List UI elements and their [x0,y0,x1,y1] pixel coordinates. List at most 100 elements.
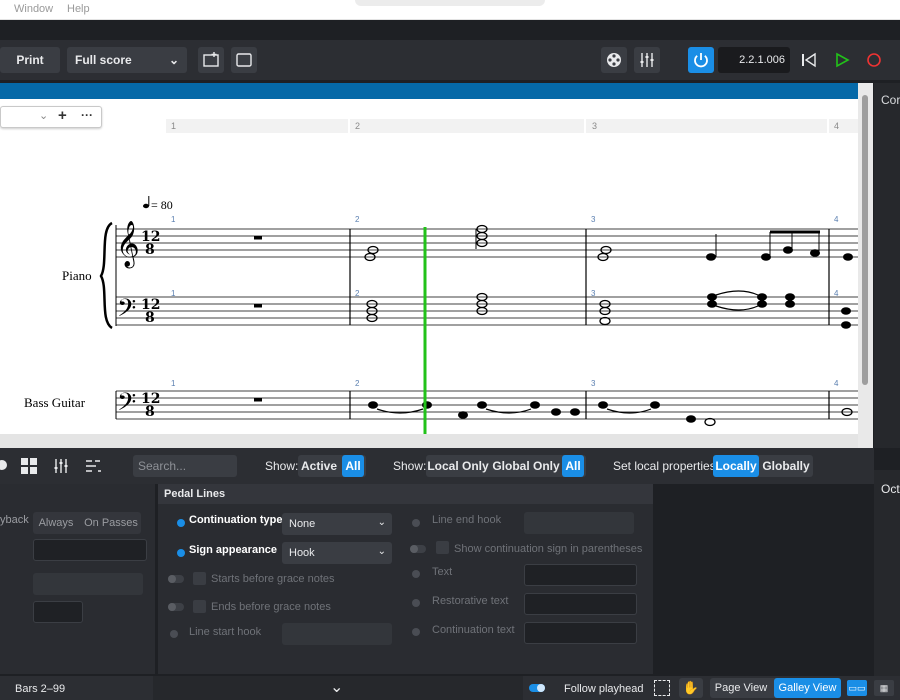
checkbox[interactable] [193,600,206,613]
grid-view-icon[interactable]: ▦ [874,680,894,696]
mixer-icon[interactable] [634,47,660,73]
plus-icon[interactable]: + [58,107,67,124]
staff-bar-number: 3 [591,215,596,224]
continuation-type-label: Continuation type [189,514,283,526]
whole-rest [254,304,262,308]
galley-view-option[interactable]: Galley View [774,678,841,698]
property-field[interactable] [33,573,143,595]
staff-bar-number: 3 [591,379,596,388]
rewind-icon[interactable] [800,52,818,71]
score-view[interactable]: 1 2 3 4 = 80 𝄞 𝄢 𝄢 12 8 12 8 12 8 1 2 3 … [0,99,858,434]
show-all-option[interactable]: All [342,455,364,477]
chevron-down-icon[interactable]: ⌄ [39,109,48,122]
add-layout-icon[interactable] [198,47,224,73]
sign-appearance-label: Sign appearance [189,544,278,556]
menu-help[interactable]: Help [67,3,90,15]
treble-clef: 𝄞 [116,221,140,269]
bass-clef: 𝄢 [117,294,136,329]
always-option[interactable]: Always [33,512,79,534]
property-field[interactable] [33,539,147,561]
staff-bar-number: 4 [834,215,839,224]
piano-roll-icon[interactable] [0,458,10,475]
menu-window[interactable]: Window [14,3,53,15]
property-toggle[interactable] [412,628,420,636]
follow-playhead-label: Follow playhead [564,683,644,695]
chevron-down-icon: ⌄ [377,517,386,528]
starts-before-grace-label: Starts before grace notes [211,573,335,585]
playback-toggle: Always On Passes [33,512,141,534]
property-toggle[interactable] [410,545,426,553]
staff-bar-number: 2 [355,215,360,224]
staff-bar-number: 2 [355,379,360,388]
properties-search-input[interactable]: Search... [133,455,237,477]
property-toggle[interactable] [170,630,178,638]
window-icon[interactable] [231,47,257,73]
property-toggle[interactable] [168,603,184,611]
continuation-type-value: None [289,518,316,530]
line-start-hook-field[interactable] [282,623,392,645]
local-only-option[interactable]: Local Only [426,455,490,477]
page-view-option[interactable]: Page View [710,678,772,698]
instrument-name-bass-guitar: Bass Guitar [24,395,86,410]
sign-appearance-select[interactable]: Hook ⌄ [282,542,392,564]
property-field[interactable] [33,601,83,623]
continuation-text-field[interactable] [524,622,637,644]
record-icon[interactable] [866,52,882,71]
layout-select[interactable]: Full score ⌄ [67,47,187,73]
show-active-option[interactable]: Active [298,455,340,477]
line-end-hook-field[interactable] [524,512,634,534]
title-tab [355,0,545,6]
print-button[interactable]: Print [0,47,60,73]
pedal-lines-title: Pedal Lines [158,484,653,504]
staff-bar-number: 3 [591,289,596,298]
score-vertical-scrollbar[interactable] [858,83,873,448]
show-all-option[interactable]: All [562,455,584,477]
right-panel-label: Cor [881,93,900,107]
mixer-icon[interactable] [52,457,70,478]
globally-option[interactable]: Globally [761,455,811,477]
property-toggle[interactable] [412,570,420,578]
chevron-down-icon[interactable]: ⌄ [330,677,343,697]
property-enabled-dot[interactable] [177,549,185,557]
selection-tool-icon[interactable] [654,680,670,696]
locally-option[interactable]: Locally [713,455,759,477]
list-icon[interactable] [84,457,102,478]
ruler-number: 1 [171,121,176,131]
property-toggle[interactable] [412,519,420,527]
property-toggle[interactable] [412,599,420,607]
follow-playhead-toggle[interactable] [529,684,545,692]
layout-select-value: Full score [75,53,132,67]
global-only-option[interactable]: Global Only [492,455,560,477]
piano-brace [99,221,113,330]
video-reel-icon[interactable] [601,47,627,73]
power-icon[interactable] [688,47,714,73]
split-view-icon[interactable]: ▭▭ [847,680,867,696]
property-enabled-dot[interactable] [177,519,185,527]
show-filter-1: Active All [298,455,366,477]
text-field[interactable] [524,564,637,586]
restorative-text-label: Restorative text [432,595,509,607]
continuation-type-select[interactable]: None ⌄ [282,513,392,535]
time-sig-bottom: 8 [145,242,155,258]
score-bottom-edge [0,434,858,448]
zoom-widget[interactable]: ⌄ + ··· [0,106,102,128]
ends-before-grace-label: Ends before grace notes [211,601,331,613]
restorative-text-field[interactable] [524,593,637,615]
right-lower-label: Oct [881,482,900,496]
property-toggle[interactable] [168,575,184,583]
hand-tool-icon[interactable]: ✋ [679,678,703,698]
right-lower-panel: Oct [874,470,900,676]
transport-time-display: 2.2.1.006 [718,47,790,73]
show-label: Show: [393,459,427,473]
checkbox[interactable] [436,541,449,554]
view-toggle: Page View Galley View [710,678,841,698]
play-icon[interactable] [834,52,850,71]
bass-guitar-clef: 𝄢 [117,388,136,423]
on-passes-option[interactable]: On Passes [81,512,141,534]
scrollbar-thumb[interactable] [862,95,868,385]
ruler-number: 3 [592,121,597,131]
checkbox[interactable] [193,572,206,585]
grid-icon[interactable] [20,457,38,478]
line-end-hook-label: Line end hook [432,514,502,526]
more-icon[interactable]: ··· [81,108,93,122]
